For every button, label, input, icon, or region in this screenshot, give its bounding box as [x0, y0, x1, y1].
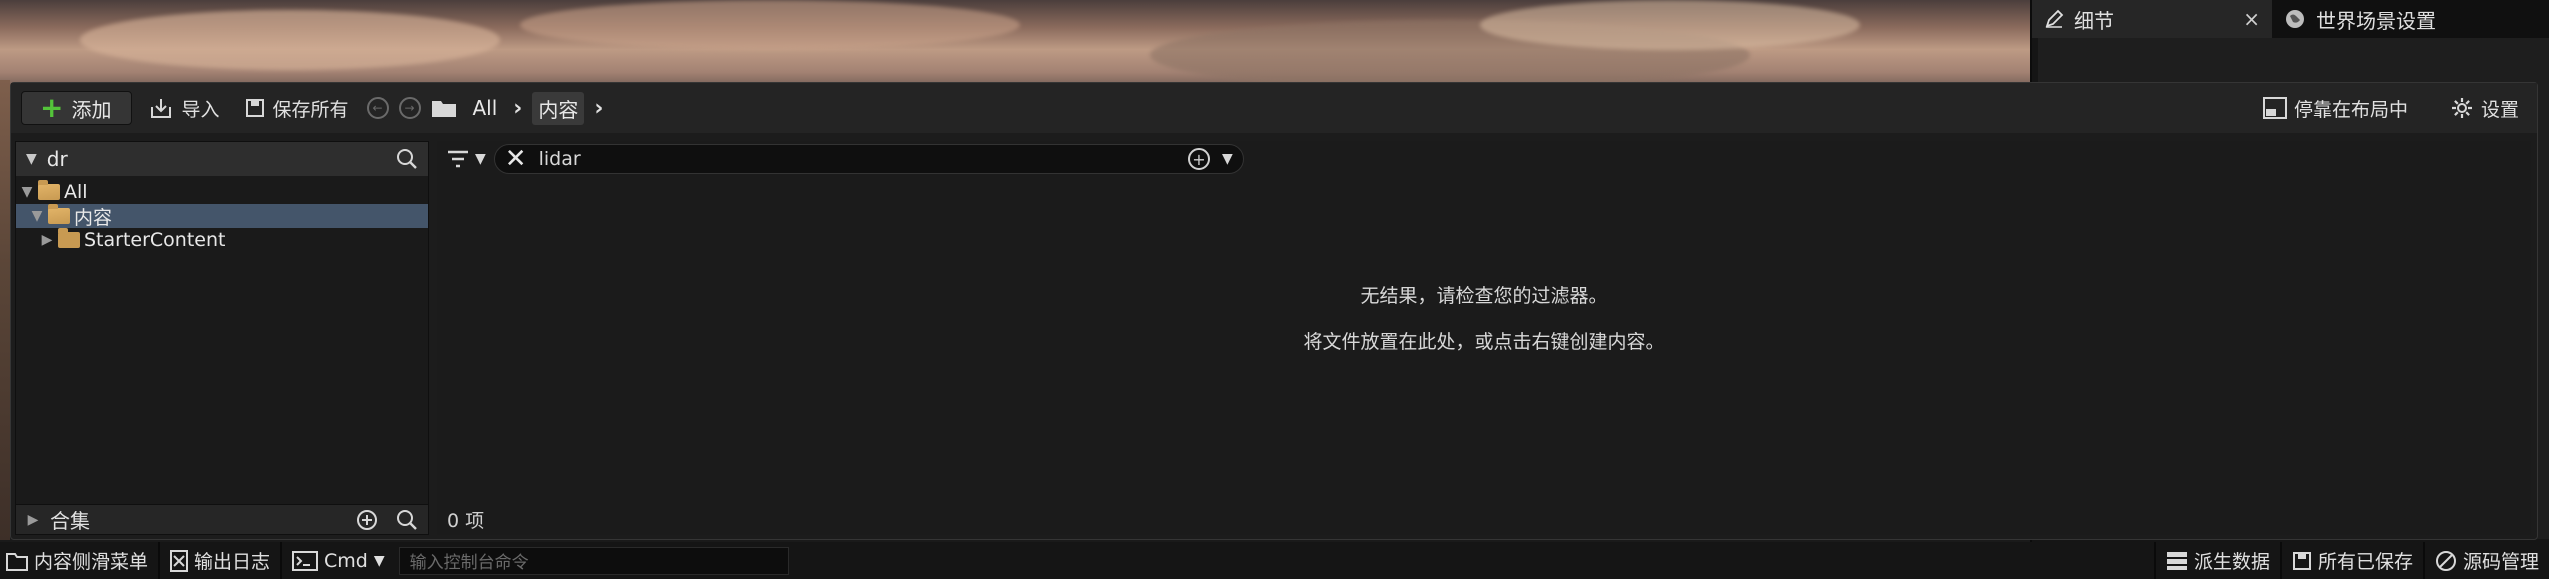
item-count: 0 项: [447, 510, 485, 532]
save-all-button-label: 保存所有: [272, 98, 349, 121]
add-filter-icon[interactable]: +: [1188, 148, 1210, 170]
tab-world-settings-label: 世界场景设置: [2316, 8, 2436, 33]
viewport-dune: [520, 0, 1020, 50]
derived-data-label: 派生数据: [2193, 551, 2270, 573]
viewport-dune: [80, 10, 500, 70]
chevron-down-icon: ▼: [475, 151, 486, 167]
dock-in-layout-button[interactable]: 停靠在布局中: [2255, 91, 2416, 125]
empty-result-message: 无结果，请检查您的过滤器。: [1360, 285, 1608, 307]
sources-panel: ▼ dr ▼ All ▼ 内容 ▶ StarterContent ▶ 合集: [15, 141, 429, 535]
viewport-edge: [0, 80, 10, 540]
derived-data-icon: [2166, 551, 2188, 571]
import-icon: [150, 97, 174, 119]
gear-icon: [2450, 96, 2474, 120]
drop-hint-message: 将文件放置在此处，或点击右键创建内容。: [1303, 331, 1665, 353]
chevron-right-icon[interactable]: ›: [594, 96, 603, 121]
source-control-label: 源码管理: [2462, 551, 2539, 573]
all-saved-label: 所有已保存: [2317, 551, 2413, 573]
asset-view[interactable]: ▼ ✕ lidar + ▼ 无结果，请检查您的过滤器。 将文件放置在此处，或点击…: [437, 141, 2531, 535]
folder-open-icon: [48, 204, 70, 224]
asset-search-input[interactable]: lidar: [539, 148, 1176, 170]
tree-item-all[interactable]: ▼ All: [16, 180, 428, 204]
add-button[interactable]: + 添加: [21, 91, 133, 125]
status-bar-right: 派生数据 所有已保存 源码管理: [2153, 542, 2549, 579]
expand-triangle-icon[interactable]: ▼: [30, 208, 44, 224]
tab-details-label: 细节: [2074, 8, 2114, 33]
collections-label: 合集: [50, 509, 90, 533]
cmd-label: Cmd: [324, 549, 368, 572]
content-drawer-label: 内容侧滑菜单: [34, 551, 149, 573]
level-viewport[interactable]: [0, 0, 2030, 90]
content-browser-toolbar: + 添加 导入 保存所有 ← → All › 内容 › 停靠在布局中 设置: [11, 83, 2537, 133]
content-drawer-icon: [6, 551, 28, 571]
filter-button[interactable]: ▼: [447, 150, 486, 168]
console-command-input[interactable]: 输入控制台命令: [398, 546, 789, 575]
dock-icon: [2262, 97, 2287, 119]
dock-label: 停靠在布局中: [2293, 98, 2408, 121]
close-icon[interactable]: ×: [2243, 7, 2260, 31]
source-control-disabled-icon: [2435, 550, 2457, 572]
import-button-label: 导入: [181, 98, 220, 121]
tree-item-label: All: [64, 181, 88, 203]
clear-search-icon[interactable]: ✕: [505, 146, 527, 172]
folder-tree: ▼ All ▼ 内容 ▶ StarterContent: [16, 176, 428, 252]
folder-open-icon: [38, 180, 60, 200]
terminal-icon: [292, 550, 319, 571]
cmd-selector[interactable]: Cmd ▼ 输入控制台命令: [282, 542, 799, 579]
output-log-label: 输出日志: [194, 551, 271, 573]
viewport-dune: [1480, 0, 1860, 50]
asset-search-box[interactable]: ✕ lidar + ▼: [493, 144, 1244, 174]
output-log-icon: [170, 549, 189, 572]
details-tab-bar: 细节 × 世界场景设置: [2032, 0, 2549, 38]
globe-icon: [2284, 8, 2306, 30]
derived-data-button[interactable]: 派生数据: [2153, 542, 2282, 579]
save-all-button[interactable]: 保存所有: [237, 91, 356, 125]
chevron-down-icon[interactable]: ▼: [1222, 151, 1233, 167]
chevron-right-icon[interactable]: ›: [513, 96, 522, 121]
plus-icon: +: [40, 91, 64, 124]
collapsed-triangle-icon[interactable]: ▶: [40, 232, 54, 248]
folder-icon: [58, 228, 80, 248]
filter-icon: [447, 150, 469, 168]
pencil-icon: [2044, 9, 2064, 29]
back-arrow-icon[interactable]: ←: [366, 97, 389, 119]
content-drawer-button[interactable]: 内容侧滑菜单: [0, 542, 161, 579]
tree-item-content[interactable]: ▼ 内容: [16, 204, 428, 229]
expand-triangle-icon[interactable]: ▼: [20, 184, 34, 200]
save-icon: [245, 98, 265, 118]
chevron-down-icon: ▼: [373, 552, 385, 569]
tree-item-startercontent[interactable]: ▶ StarterContent: [16, 228, 428, 252]
all-saved-button[interactable]: 所有已保存: [2282, 542, 2425, 579]
save-icon: [2292, 551, 2312, 571]
search-icon[interactable]: [396, 148, 418, 170]
tab-world-settings[interactable]: 世界场景设置: [2272, 0, 2448, 38]
source-control-button[interactable]: 源码管理: [2425, 542, 2549, 579]
settings-label: 设置: [2480, 98, 2519, 121]
breadcrumb-content[interactable]: 内容: [532, 91, 585, 125]
tree-item-label: 内容: [74, 206, 113, 229]
search-icon[interactable]: [396, 509, 418, 531]
folder-icon[interactable]: [431, 98, 457, 118]
tree-item-label: StarterContent: [84, 229, 226, 251]
content-browser: + 添加 导入 保存所有 ← → All › 内容 › 停靠在布局中 设置 ▼ …: [10, 82, 2538, 540]
status-bar: 内容侧滑菜单 输出日志 Cmd ▼ 输入控制台命令 派生数据 所有已保存 源码管…: [0, 542, 2549, 579]
collapse-triangle-icon[interactable]: ▼: [26, 151, 37, 167]
settings-button[interactable]: 设置: [2442, 91, 2527, 125]
add-button-label: 添加: [71, 97, 112, 122]
filter-bar: ▼ ✕ lidar + ▼: [437, 141, 2531, 177]
toolbar-right: 停靠在布局中 设置: [2255, 91, 2527, 125]
sources-search[interactable]: ▼ dr: [16, 142, 428, 176]
breadcrumb-all[interactable]: All: [467, 94, 504, 122]
collections-header[interactable]: ▶ 合集: [16, 504, 428, 534]
tab-details[interactable]: 细节 ×: [2032, 0, 2272, 38]
add-collection-icon[interactable]: [356, 509, 378, 531]
output-log-button[interactable]: 输出日志: [160, 542, 283, 579]
collapsed-triangle-icon[interactable]: ▶: [26, 512, 40, 528]
forward-arrow-icon[interactable]: →: [398, 97, 421, 119]
import-button[interactable]: 导入: [142, 91, 227, 125]
sources-search-value[interactable]: dr: [47, 147, 386, 171]
